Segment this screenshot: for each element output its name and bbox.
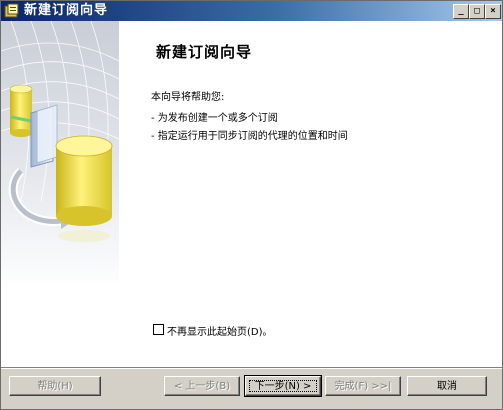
bullet-create-subscriptions: - 为发布创建一个或多个订阅 [151,113,278,124]
button-separator [1,367,502,369]
cancel-button[interactable]: 取消 [407,376,487,396]
title-bar[interactable]: 新建订阅向导 _ □ × [1,1,502,21]
window-title: 新建订阅向导 [24,3,109,18]
minimize-button[interactable]: _ [453,4,469,19]
back-button[interactable]: < 上一步(B) [164,376,240,396]
skip-start-page-checkbox[interactable] [153,324,164,335]
database-sync-illustration [1,21,119,291]
next-button[interactable]: 下一步(N) > [244,375,322,397]
bullet-agent-schedule: - 指定运行用于同步订阅的代理的位置和时间 [151,131,348,142]
maximize-button[interactable]: □ [469,4,485,19]
finish-button[interactable]: 完成(F) >>| [325,376,401,396]
help-button[interactable]: 帮助(H) [9,376,101,396]
close-button[interactable]: × [485,4,501,19]
next-button-label: 下一步(N) > [254,381,312,392]
wizard-content: 新建订阅向导 本向导将帮助您: - 为发布创建一个或多个订阅 - 指定运行用于同… [1,21,502,367]
wizard-app-icon [4,3,19,18]
page-title: 新建订阅向导 [156,43,253,61]
wizard-window: 新建订阅向导 _ □ × 新建订阅向导 本向导将帮助您: - 为发布创建一个或多… [0,0,503,410]
intro-text: 本向导将帮助您: [151,92,225,103]
skip-start-page-label[interactable]: 不再显示此起始页(D)。 [167,323,273,338]
